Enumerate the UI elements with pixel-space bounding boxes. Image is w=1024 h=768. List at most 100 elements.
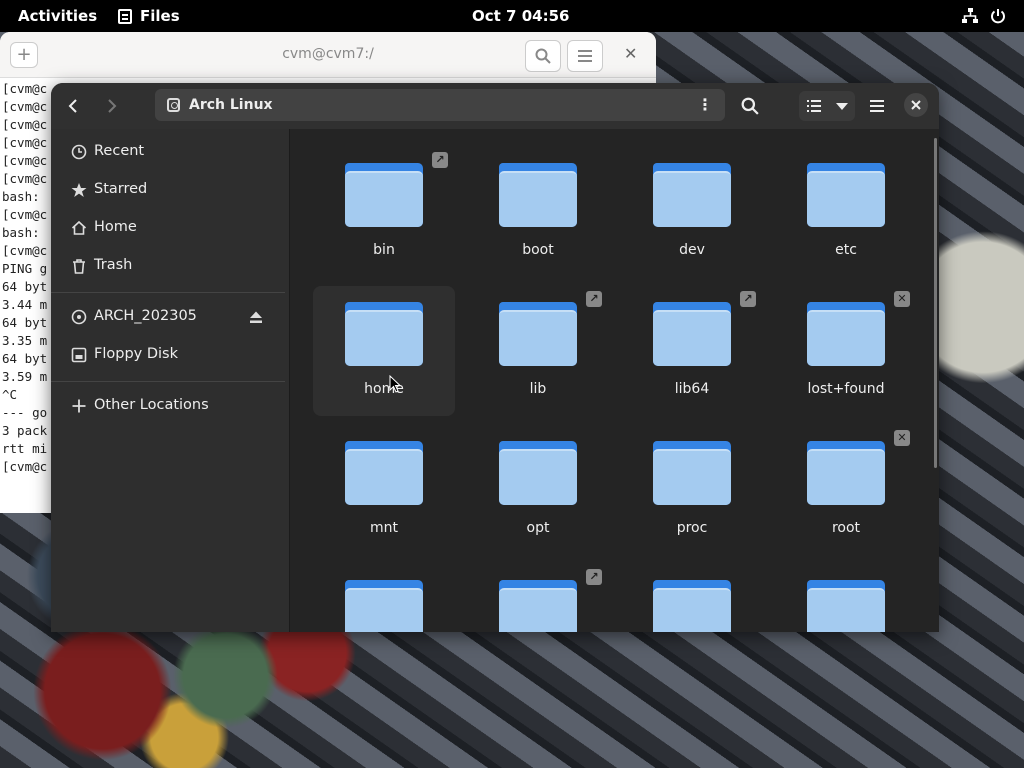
sidebar-item-starred[interactable]: Starred [51,172,290,208]
folder-item[interactable]: opt [467,425,609,555]
chevron-down-icon [836,103,848,110]
files-window[interactable]: Arch Linux ⋮ Recent Starred Home Trash A… [51,83,939,632]
folder-name: home [364,381,404,397]
location-label: Arch Linux [189,97,273,113]
folder-icon [807,302,885,366]
folder-item[interactable] [621,564,763,632]
network-icon[interactable] [961,8,979,24]
clock[interactable]: Oct 7 04:56 [472,7,569,25]
sidebar-item-label: Starred [94,181,148,197]
folder-icon [499,302,577,366]
folder-name: lib [529,381,547,397]
folder-item[interactable] [775,564,917,632]
scrollbar[interactable] [934,138,937,468]
hamburger-menu-icon [870,100,884,112]
sidebar-item-recent[interactable]: Recent [51,134,290,170]
folder-icon [345,302,423,366]
close-button[interactable] [904,93,928,117]
location-bar[interactable]: Arch Linux ⋮ [155,89,725,121]
forward-button[interactable] [99,93,125,119]
symlink-emblem-icon: ↗ [586,291,602,307]
chevron-left-icon [68,99,77,113]
sidebar-item-label: Home [94,219,137,235]
plus-icon [72,399,86,413]
folder-icon [653,302,731,366]
eject-icon[interactable] [249,310,263,324]
folder-icon [653,163,731,227]
folder-item[interactable]: home [313,286,455,416]
folder-name: root [831,520,861,536]
files-app-icon [118,8,132,24]
folder-icon [345,580,423,632]
no-access-emblem-icon: ✕ [894,291,910,307]
sidebar-item-arch-drive[interactable]: ARCH_202305 [51,299,290,335]
chevron-right-icon [108,99,117,113]
folder-item[interactable]: proc [621,425,763,555]
folder-icon [345,441,423,505]
back-button[interactable] [60,93,86,119]
disc-icon [71,309,87,325]
sidebar-item-other-locations[interactable]: Other Locations [51,388,290,424]
terminal-search-button[interactable] [525,40,561,72]
places-sidebar: Recent Starred Home Trash ARCH_202305 Fl… [51,129,290,632]
sidebar-item-label: Other Locations [94,397,209,413]
folder-name: mnt [370,520,398,536]
search-button[interactable] [737,91,763,121]
sidebar-item-home[interactable]: Home [51,210,290,246]
folder-name: lost+found [807,381,885,397]
list-view-button[interactable] [803,91,825,121]
activities-button[interactable]: Activities [18,7,97,25]
trash-icon [73,259,85,274]
search-icon [741,97,759,115]
terminal-close-button[interactable]: ✕ [624,44,637,63]
folder-item[interactable]: ↗ bin [313,147,455,277]
hamburger-menu-icon [578,50,592,62]
files-headerbar[interactable]: Arch Linux ⋮ [51,83,939,129]
symlink-emblem-icon: ↗ [740,291,756,307]
list-view-icon [807,100,821,112]
folder-item[interactable]: boot [467,147,609,277]
folder-name: opt [526,520,550,536]
folder-item[interactable]: ✕ lost+found [775,286,917,416]
sidebar-item-label: Floppy Disk [94,346,178,362]
location-menu-button[interactable]: ⋮ [697,95,713,114]
folder-icon [653,580,731,632]
folder-item[interactable]: ✕ root [775,425,917,555]
app-menu[interactable]: Files [118,7,180,25]
drive-icon [167,98,180,112]
folder-name: lib64 [674,381,710,397]
app-name: Files [140,7,180,25]
folder-item[interactable]: etc [775,147,917,277]
folder-item[interactable] [313,564,455,632]
no-access-emblem-icon: ✕ [894,430,910,446]
sidebar-item-trash[interactable]: Trash [51,248,290,284]
folder-name: bin [373,242,395,258]
folder-icon [499,441,577,505]
symlink-emblem-icon: ↗ [586,569,602,585]
folder-item[interactable]: ↗ lib [467,286,609,416]
folder-item[interactable]: ↗ lib64 [621,286,763,416]
terminal-headerbar[interactable]: + cvm@cvm7:/ ✕ [0,32,656,78]
folder-icon [807,580,885,632]
folder-icon [807,163,885,227]
sidebar-item-floppy-disk[interactable]: Floppy Disk [51,337,290,373]
folder-name: etc [835,242,857,258]
folder-icon [499,163,577,227]
power-icon[interactable] [990,8,1006,24]
floppy-icon [71,347,87,363]
folder-item[interactable]: mnt [313,425,455,555]
top-bar: Activities Files Oct 7 04:56 [0,0,1024,32]
folder-name: boot [522,242,554,258]
folder-icon [653,441,731,505]
folder-icon [345,163,423,227]
view-options-button[interactable] [831,91,853,121]
sidebar-divider [51,292,285,293]
folder-name: dev [679,242,705,258]
star-icon [71,183,87,197]
terminal-menu-button[interactable] [567,40,603,72]
folder-icon [499,580,577,632]
folder-item[interactable]: ↗ [467,564,609,632]
sidebar-item-label: Recent [94,143,145,159]
main-menu-button[interactable] [865,91,889,121]
folder-item[interactable]: dev [621,147,763,277]
